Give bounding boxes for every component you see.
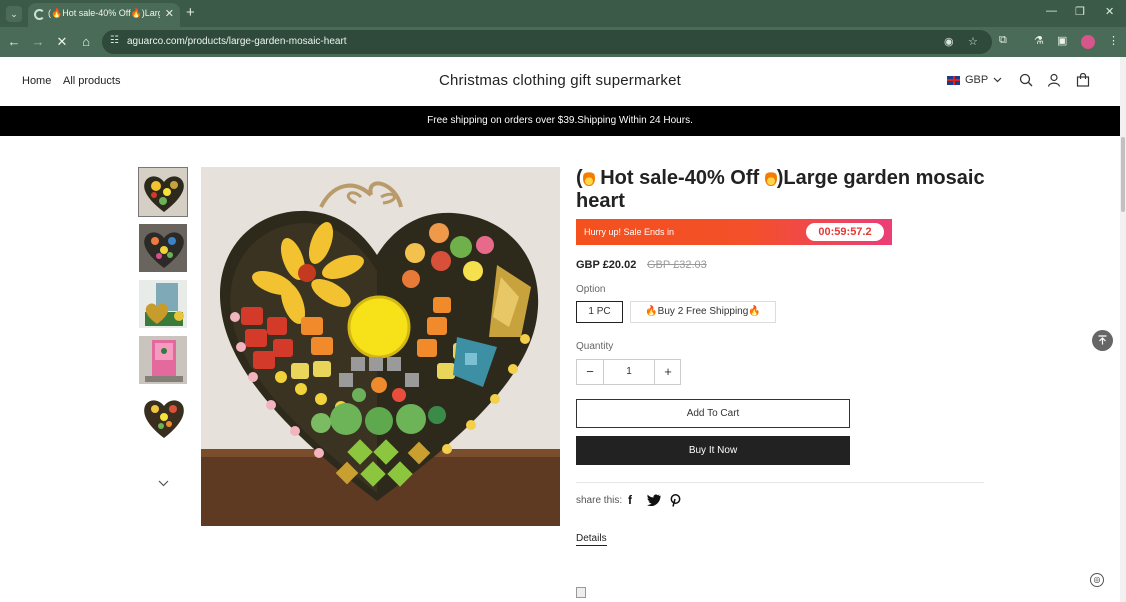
fire-icon bbox=[582, 170, 595, 186]
thumbnail-1[interactable] bbox=[138, 167, 188, 217]
divider bbox=[576, 482, 984, 483]
currency-code: GBP bbox=[965, 74, 989, 86]
thumbnail-2[interactable] bbox=[138, 223, 188, 273]
share-label: share this: bbox=[576, 495, 623, 506]
restore-icon[interactable]: ❐ bbox=[1075, 5, 1085, 18]
quantity-decrease-button[interactable]: − bbox=[577, 360, 603, 384]
option-label: Option bbox=[576, 284, 606, 295]
tab-search-icon[interactable]: ⌄ bbox=[6, 6, 22, 22]
extensions-icon[interactable]: ⧉ bbox=[999, 34, 1007, 47]
home-icon[interactable]: ⌂ bbox=[77, 33, 95, 51]
close-tab-icon[interactable]: ✕ bbox=[165, 7, 174, 20]
address-bar[interactable]: ☷ aguarco.com/products/large-garden-mosa… bbox=[102, 30, 992, 54]
stop-loading-icon[interactable]: ✕ bbox=[53, 33, 71, 51]
chat-support-icon[interactable]: ◎ bbox=[1090, 573, 1104, 587]
tab-title: (🔥Hot sale-40% Off🔥)Large garden mosaic … bbox=[48, 8, 160, 18]
url-text: aguarco.com/products/large-garden-mosaic… bbox=[127, 36, 347, 47]
scrollbar-thumb[interactable] bbox=[1121, 137, 1125, 212]
main-product-image[interactable] bbox=[201, 167, 560, 526]
currency-selector[interactable]: GBP bbox=[947, 74, 1002, 86]
thumbnail-5[interactable] bbox=[138, 391, 188, 441]
gallery-chevron-down-icon[interactable] bbox=[158, 478, 169, 490]
arrow-up-icon bbox=[1098, 335, 1107, 345]
quantity-stepper: − 1 + bbox=[576, 359, 681, 385]
bookmark-star-icon[interactable]: ☆ bbox=[968, 35, 978, 48]
thumbnail-gallery bbox=[138, 167, 188, 447]
product-title: ( Hot sale-40% Off )Large garden mosaic … bbox=[576, 167, 986, 213]
countdown-timer: 00:59:57.2 bbox=[806, 223, 884, 241]
back-icon[interactable]: ← bbox=[5, 33, 23, 51]
compare-price: GBP £32.03 bbox=[647, 259, 707, 271]
tracking-protection-icon[interactable]: ◉ bbox=[944, 35, 954, 48]
facebook-icon[interactable]: f bbox=[628, 493, 632, 507]
details-tab[interactable]: Details bbox=[576, 533, 607, 546]
side-panel-icon[interactable]: ▣ bbox=[1057, 34, 1067, 47]
add-to-cart-button[interactable]: Add To Cart bbox=[576, 399, 850, 428]
chevron-down-icon bbox=[993, 77, 1002, 83]
pinterest-icon[interactable] bbox=[670, 494, 681, 507]
forward-icon[interactable]: → bbox=[29, 33, 47, 51]
site-info-icon[interactable]: ☷ bbox=[110, 35, 119, 46]
page-scrollbar[interactable] bbox=[1120, 57, 1126, 602]
sale-countdown-banner: Hurry up! Sale Ends in 00:59:57.2 bbox=[576, 219, 892, 245]
browser-tab[interactable]: (🔥Hot sale-40% Off🔥)Large garden mosaic … bbox=[28, 3, 180, 27]
option-buy-2-free-shipping[interactable]: 🔥Buy 2 Free Shipping🔥 bbox=[630, 301, 776, 323]
option-1pc[interactable]: 1 PC bbox=[576, 301, 623, 323]
search-icon[interactable] bbox=[1019, 73, 1033, 87]
site-header: Home All products Christmas clothing gif… bbox=[0, 57, 1120, 106]
browser-tab-bar: ⌄ (🔥Hot sale-40% Off🔥)Large garden mosai… bbox=[0, 0, 1126, 27]
broken-image-icon bbox=[576, 587, 586, 598]
close-window-icon[interactable]: ✕ bbox=[1105, 5, 1114, 18]
cart-bag-icon[interactable] bbox=[1076, 73, 1090, 87]
quantity-label: Quantity bbox=[576, 341, 614, 352]
lab-flask-icon[interactable]: ⚗ bbox=[1034, 34, 1044, 47]
twitter-icon[interactable] bbox=[647, 494, 661, 506]
back-to-top-button[interactable] bbox=[1092, 330, 1113, 351]
minimize-icon[interactable]: — bbox=[1046, 5, 1057, 17]
quantity-input[interactable]: 1 bbox=[604, 360, 654, 384]
announcement-bar: Free shipping on orders over $39.Shippin… bbox=[0, 106, 1120, 136]
browser-toolbar: ← → ✕ ⌂ ☷ aguarco.com/products/large-gar… bbox=[0, 27, 1126, 57]
loading-spinner-icon bbox=[34, 9, 45, 20]
buy-it-now-button[interactable]: Buy It Now bbox=[576, 436, 850, 465]
uk-flag-icon bbox=[947, 75, 960, 85]
new-tab-icon[interactable]: + bbox=[186, 5, 195, 20]
product-info: ( Hot sale-40% Off )Large garden mosaic … bbox=[576, 167, 986, 598]
account-icon[interactable] bbox=[1047, 73, 1061, 87]
fire-icon bbox=[764, 170, 777, 186]
thumbnail-3[interactable] bbox=[138, 279, 188, 329]
sale-text: Hurry up! Sale Ends in bbox=[584, 227, 675, 237]
sale-price: GBP £20.02 bbox=[576, 259, 637, 271]
profile-avatar[interactable] bbox=[1081, 35, 1095, 49]
mosaic-heart-illustration bbox=[201, 167, 560, 526]
menu-kebab-icon[interactable]: ⋮ bbox=[1108, 34, 1119, 47]
title-prefix: ( bbox=[576, 167, 583, 189]
quantity-increase-button[interactable]: + bbox=[655, 360, 681, 384]
title-main: Hot sale-40% Off bbox=[600, 167, 760, 189]
thumbnail-4[interactable] bbox=[138, 335, 188, 385]
